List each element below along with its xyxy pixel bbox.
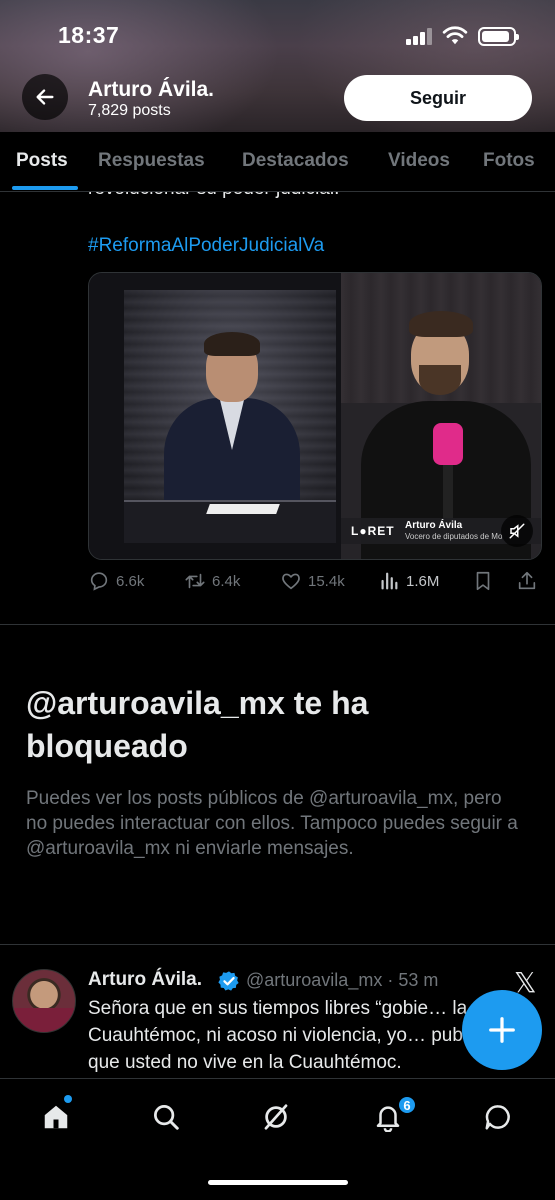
nav-grok[interactable] <box>260 1101 292 1133</box>
divider <box>0 944 555 945</box>
repost-action[interactable]: 6.4k <box>184 570 240 592</box>
views-chart-icon <box>381 572 398 590</box>
bookmark-icon <box>476 571 490 591</box>
speaker-muted-icon <box>509 523 525 539</box>
tab-destacados[interactable]: Destacados <box>242 150 349 172</box>
anchor-paper <box>206 504 280 514</box>
active-tab-indicator <box>12 186 78 190</box>
plus-icon <box>489 1017 515 1043</box>
hashtag-link[interactable]: #ReformaAlPoderJudicialVa <box>88 235 324 257</box>
cellular-signal-icon <box>406 28 432 45</box>
home-icon <box>44 1105 68 1129</box>
follow-button[interactable]: Seguir <box>344 75 532 121</box>
status-time: 18:37 <box>58 22 120 48</box>
verified-badge-icon <box>218 971 239 991</box>
status-bar: 18:37 <box>0 0 555 70</box>
channel-logo: L●RET <box>351 524 395 538</box>
nav-messages[interactable] <box>482 1101 514 1133</box>
like-action[interactable]: 15.4k <box>280 570 345 592</box>
tab-posts[interactable]: Posts <box>16 150 68 172</box>
grok-icon <box>264 1104 288 1130</box>
reply-count: 6.6k <box>116 572 145 590</box>
compose-post-button[interactable] <box>462 990 542 1070</box>
blocked-title: @arturoavila_mx te ha bloqueado <box>26 685 369 764</box>
notification-badge: 6 <box>397 1095 417 1115</box>
video-left-panel <box>89 273 341 559</box>
profile-tabs: Posts Respuestas Destacados Videos Fotos <box>0 132 555 192</box>
lower-third-role: Vocero de diputados de Mo <box>405 532 503 541</box>
avatar[interactable] <box>12 969 76 1033</box>
reply-icon <box>90 572 108 591</box>
repost-icon <box>185 573 205 589</box>
post-actions: 6.6k 6.4k 15.4k 1.6M <box>88 570 542 600</box>
profile-name: Arturo Ávila. <box>88 78 215 101</box>
like-count: 15.4k <box>308 572 345 590</box>
post-video[interactable]: L●RET Arturo Ávila Vocero de diputados d… <box>88 272 542 560</box>
bookmark-action[interactable] <box>472 570 494 592</box>
views-count: 1.6M <box>406 572 440 590</box>
lower-third-name: Arturo Ávila <box>405 520 463 531</box>
news-anchor-frame <box>124 290 336 543</box>
search-icon <box>154 1105 179 1130</box>
blocked-description: Puedes ver los posts públicos de @arturo… <box>26 788 518 859</box>
tab-respuestas[interactable]: Respuestas <box>98 150 205 172</box>
post-handle-and-time: @arturoavila_mx · 53 m <box>246 970 439 990</box>
back-button[interactable] <box>22 74 68 120</box>
guest-hair <box>409 311 473 337</box>
tab-videos[interactable]: Videos <box>388 150 450 172</box>
post-author-name[interactable]: Arturo Ávila. <box>88 969 202 991</box>
heart-icon <box>282 573 300 590</box>
post-count: 7,829 posts <box>88 102 171 119</box>
home-indicator <box>208 1180 348 1185</box>
reply-action[interactable]: 6.6k <box>88 570 144 592</box>
views-action[interactable]: 1.6M <box>378 570 439 592</box>
divider <box>0 624 555 625</box>
profile-banner: 18:37 Arturo Ávila. 7,829 posts Seguir <box>0 0 555 132</box>
anchor-hair <box>204 332 260 356</box>
battery-icon <box>478 27 519 46</box>
home-unread-dot <box>64 1095 72 1103</box>
guest-beard <box>419 365 461 395</box>
message-icon <box>485 1105 510 1130</box>
wifi-icon <box>442 26 468 45</box>
repost-count: 6.4k <box>212 572 241 590</box>
share-action[interactable] <box>516 570 538 592</box>
video-right-panel: L●RET Arturo Ávila Vocero de diputados d… <box>341 273 541 559</box>
nav-home[interactable] <box>40 1101 72 1133</box>
microphone <box>433 423 463 465</box>
share-icon <box>518 571 536 590</box>
arrow-left-icon <box>36 89 54 105</box>
mute-button[interactable] <box>501 515 533 547</box>
tab-fotos[interactable]: Fotos <box>483 150 535 172</box>
nav-search[interactable] <box>150 1101 182 1133</box>
